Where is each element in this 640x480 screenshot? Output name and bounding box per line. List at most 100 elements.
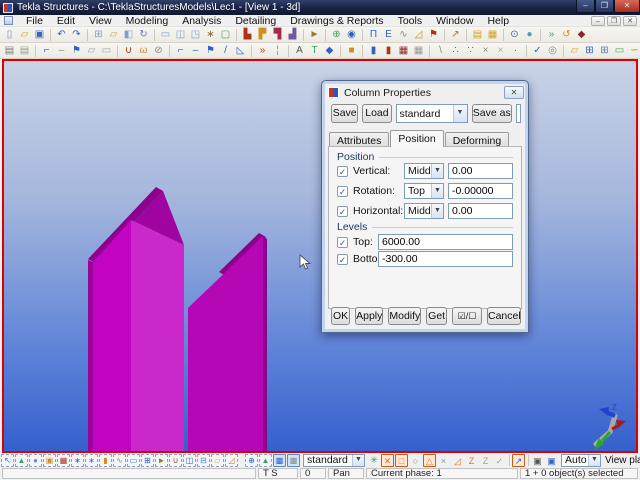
- get-button[interactable]: Get: [426, 307, 447, 325]
- snap-intersection-icon[interactable]: ×: [437, 454, 450, 467]
- select-grid-icon[interactable]: ∗: [71, 453, 84, 467]
- grid-line-icon[interactable]: Ε: [381, 28, 396, 42]
- steel-plate-icon[interactable]: ▱: [84, 44, 99, 58]
- menu-help[interactable]: Help: [480, 15, 516, 27]
- orange-part-icon[interactable]: ■: [344, 44, 359, 58]
- move-icon[interactable]: ↻: [136, 28, 151, 42]
- concrete-line-icon[interactable]: –: [188, 44, 203, 58]
- concrete-panel-icon[interactable]: ◺: [233, 44, 248, 58]
- snap-z-off-icon[interactable]: Z: [479, 454, 492, 467]
- pin-blue-icon[interactable]: ▮: [366, 44, 381, 58]
- vertical-input[interactable]: [448, 163, 513, 179]
- snap-reference-icon[interactable]: ✕: [381, 453, 394, 467]
- open-model-icon[interactable]: ▱: [17, 28, 32, 42]
- menu-tools[interactable]: Tools: [391, 15, 430, 27]
- select-objects-switch-icon[interactable]: ▩: [273, 453, 286, 467]
- top-level-checkbox[interactable]: ✓: [337, 236, 348, 248]
- select-assemblies-switch-icon[interactable]: ▲: [259, 453, 272, 467]
- globe-icon[interactable]: ●: [522, 28, 537, 42]
- column-3d-object[interactable]: [88, 187, 267, 451]
- select-plate2-icon[interactable]: ▱: [211, 453, 224, 467]
- steel-slab-icon[interactable]: ▭: [99, 44, 114, 58]
- text-tool-icon[interactable]: A: [292, 44, 307, 58]
- snap-free-icon[interactable]: ✓: [493, 454, 506, 467]
- menu-edit[interactable]: Edit: [50, 15, 82, 27]
- pin-red-icon[interactable]: ▮: [381, 44, 396, 58]
- menu-detailing[interactable]: Detailing: [228, 15, 283, 27]
- menu-file[interactable]: File: [19, 15, 50, 27]
- plane-view-icon[interactable]: ▣: [531, 454, 544, 467]
- concrete-column-icon[interactable]: /: [218, 44, 233, 58]
- snap-depth-dropdown[interactable]: Auto ▼: [561, 453, 601, 467]
- menu-modeling[interactable]: Modeling: [119, 15, 176, 27]
- target-icon[interactable]: ◎: [545, 44, 560, 58]
- rebar-group-icon[interactable]: ¦: [270, 44, 285, 58]
- select-weld-icon[interactable]: ∿: [113, 453, 126, 467]
- tab-position[interactable]: Position: [390, 130, 444, 147]
- rotation-input[interactable]: [448, 183, 513, 199]
- rebar-icon[interactable]: »: [255, 44, 270, 58]
- weld-icon[interactable]: ω: [136, 44, 151, 58]
- concrete-polybeam-icon[interactable]: ⚑: [203, 44, 218, 58]
- menu-view[interactable]: View: [82, 15, 119, 27]
- undo-icon[interactable]: ↶: [54, 28, 69, 42]
- mdi-minimize-button[interactable]: –: [591, 15, 605, 26]
- steel-line-icon[interactable]: –: [54, 44, 69, 58]
- select-part-icon[interactable]: ▣: [43, 453, 56, 467]
- chevron-down-icon[interactable]: ▼: [352, 454, 364, 466]
- spline-icon[interactable]: ∿: [396, 28, 411, 42]
- save-button[interactable]: Save: [331, 104, 359, 123]
- view-window-icon[interactable]: ▭: [158, 28, 173, 42]
- points-arc-icon[interactable]: ∵: [463, 44, 478, 58]
- select-bolt-icon[interactable]: ▮: [99, 453, 112, 467]
- top-level-input[interactable]: [378, 234, 513, 250]
- load-button[interactable]: Load: [362, 104, 392, 123]
- desk-icon[interactable]: ▭: [612, 44, 627, 58]
- chevron-down-icon[interactable]: ▼: [431, 164, 443, 178]
- save-as-input[interactable]: [516, 104, 521, 123]
- select-bolt2-icon[interactable]: ∪: [169, 453, 182, 467]
- select-chamfer-icon[interactable]: ◿: [225, 453, 238, 467]
- select-plane-icon[interactable]: ▭: [127, 453, 140, 467]
- line-tool-icon[interactable]: \: [433, 44, 448, 58]
- create-beam-icon[interactable]: ▙: [240, 28, 255, 42]
- snap-nearest-icon[interactable]: ○: [409, 454, 422, 467]
- view-filter-icon[interactable]: ▢: [218, 28, 233, 42]
- copy-icon[interactable]: ⊞: [91, 28, 106, 42]
- select-surface-icon[interactable]: ▦: [57, 453, 70, 467]
- menu-window[interactable]: Window: [429, 15, 480, 27]
- dialog-close-icon[interactable]: ✕: [504, 86, 524, 99]
- steel-polybeam-icon[interactable]: ⚑: [69, 44, 84, 58]
- hand-icon[interactable]: ∽: [627, 44, 640, 58]
- selection-filter-dropdown[interactable]: standard ▼: [303, 453, 365, 467]
- doc-gray-icon[interactable]: ▤: [2, 44, 17, 58]
- create-column-icon[interactable]: ▛: [255, 28, 270, 42]
- toggle-switches-button[interactable]: ☑/☐: [451, 307, 482, 325]
- save-icon[interactable]: ▣: [32, 28, 47, 42]
- restore-button[interactable]: ❐: [595, 0, 614, 13]
- close-button[interactable]: ✕: [614, 0, 640, 13]
- vertical-dropdown[interactable]: Middle ▼: [404, 163, 444, 179]
- grid-icon[interactable]: Π: [366, 28, 381, 42]
- new-model-icon[interactable]: ▯: [2, 28, 17, 42]
- menu-drawings-reports[interactable]: Drawings & Reports: [283, 15, 390, 27]
- modify-button[interactable]: Modify: [388, 307, 422, 325]
- grid-pair2-icon[interactable]: ⊞: [597, 44, 612, 58]
- paste-icon[interactable]: ◧: [121, 28, 136, 42]
- concrete-beam-icon[interactable]: ⌐: [173, 44, 188, 58]
- bottom-level-checkbox[interactable]: ✓: [337, 253, 348, 265]
- select-point-icon[interactable]: ●: [29, 453, 42, 467]
- component-catalog-icon[interactable]: ⊕: [329, 28, 344, 42]
- pointer-tool-icon[interactable]: ►: [307, 28, 322, 42]
- ok-button[interactable]: OK: [331, 307, 351, 325]
- profile-dropdown[interactable]: standard ▼: [395, 104, 468, 123]
- select-distance-icon[interactable]: ►: [155, 453, 168, 467]
- snap-geometry-icon[interactable]: □: [395, 453, 408, 467]
- refresh-icon[interactable]: ↺: [559, 28, 574, 42]
- select-assembly-icon[interactable]: ◫: [183, 453, 196, 467]
- image-icon[interactable]: ▦: [396, 44, 411, 58]
- no-weld-icon[interactable]: ⊘: [151, 44, 166, 58]
- title-bar[interactable]: Tekla Structures - C:\TeklaStructuresMod…: [0, 0, 640, 15]
- points-cross2-icon[interactable]: ×: [493, 44, 508, 58]
- points-line-icon[interactable]: ∴: [448, 44, 463, 58]
